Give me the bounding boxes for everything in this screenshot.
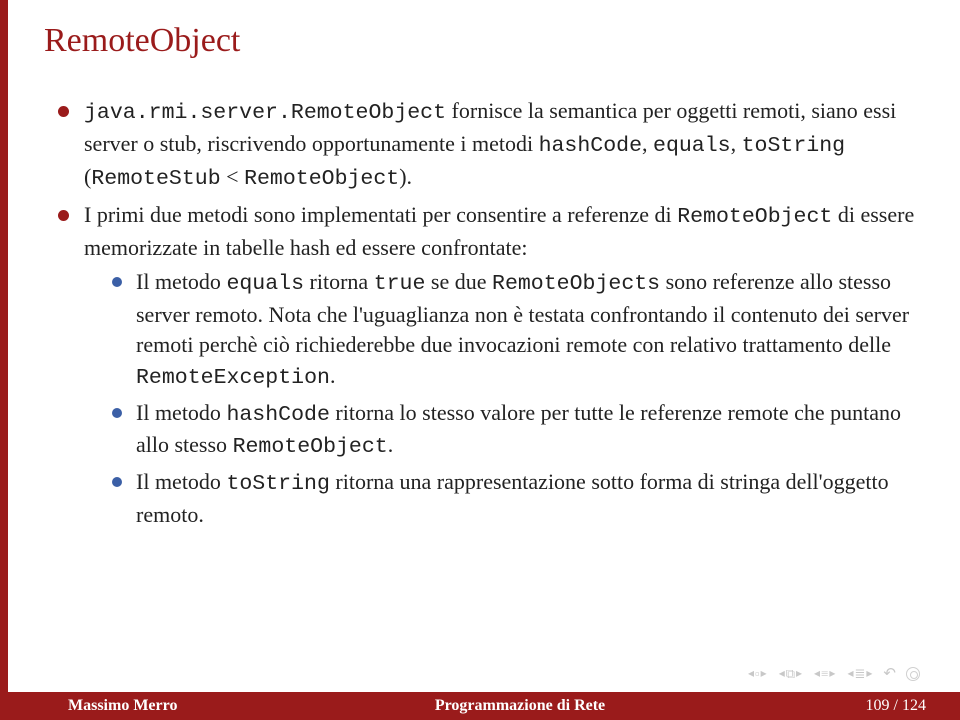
code-segment: RemoteObject bbox=[244, 167, 399, 191]
text-segment: ritorna bbox=[304, 269, 374, 294]
overlap-icon: ⧉ bbox=[786, 666, 795, 682]
nav-controls: ◂▫▸ ◂⧉▸ ◂≡▸ ◂≣▸ ↶ bbox=[747, 664, 920, 683]
text-segment: se due bbox=[425, 269, 492, 294]
nav-section-group[interactable]: ◂⧉▸ bbox=[778, 666, 803, 682]
text-segment: , bbox=[731, 131, 742, 156]
footer-page-number: 109 / 124 bbox=[740, 697, 960, 715]
footer-author: Massimo Merro bbox=[0, 697, 300, 715]
text-segment: Il metodo bbox=[136, 269, 226, 294]
code-segment: equals bbox=[653, 134, 731, 158]
text-segment: , bbox=[642, 131, 653, 156]
nav-back-icon[interactable]: ↶ bbox=[883, 664, 896, 683]
bullet-item-2: I primi due metodi sono implementati per… bbox=[58, 200, 916, 530]
text-segment: ). bbox=[399, 164, 412, 189]
nav-subsection-group[interactable]: ◂≡▸ bbox=[813, 666, 836, 682]
code-segment: java.rmi.server.RemoteObject bbox=[84, 101, 446, 125]
sub-bullet-item-2: Il metodo hashCode ritorna lo stesso val… bbox=[112, 398, 916, 464]
code-segment: equals bbox=[226, 272, 304, 296]
footer-title: Programmazione di Rete bbox=[300, 697, 740, 715]
code-segment: RemoteException bbox=[136, 366, 330, 390]
triangle-right-icon: ▸ bbox=[795, 666, 803, 681]
triangle-right-icon: ▸ bbox=[760, 666, 768, 681]
text-segment: Il metodo bbox=[136, 400, 226, 425]
footer-bar: Massimo Merro Programmazione di Rete 109… bbox=[0, 692, 960, 720]
nav-frame-group[interactable]: ◂≣▸ bbox=[846, 666, 873, 682]
sub-bullet-list: Il metodo equals ritorna true se due Rem… bbox=[84, 267, 916, 530]
accent-sidebar bbox=[0, 0, 8, 720]
text-segment: . bbox=[388, 432, 394, 457]
text-segment: < bbox=[221, 164, 244, 189]
nav-first-group[interactable]: ◂▫▸ bbox=[747, 666, 768, 682]
slide-title: RemoteObject bbox=[44, 22, 916, 60]
code-segment: hashCode bbox=[539, 134, 642, 158]
code-segment: true bbox=[374, 272, 426, 296]
bullet-list: java.rmi.server.RemoteObject fornisce la… bbox=[44, 96, 916, 530]
triangle-left-icon: ◂ bbox=[747, 666, 755, 681]
lines-icon: ≣ bbox=[854, 666, 865, 682]
sub-bullet-item-3: Il metodo toString ritorna una rappresen… bbox=[112, 467, 916, 530]
slide-content: RemoteObject java.rmi.server.RemoteObjec… bbox=[0, 0, 960, 664]
text-segment: I primi due metodi sono implementati per… bbox=[84, 202, 677, 227]
code-segment: RemoteObject bbox=[233, 435, 388, 459]
bullet-item-1: java.rmi.server.RemoteObject fornisce la… bbox=[58, 96, 916, 194]
text-segment: Il metodo bbox=[136, 469, 226, 494]
triangle-left-icon: ◂ bbox=[846, 666, 854, 681]
code-segment: RemoteObject bbox=[677, 205, 832, 229]
sub-bullet-item-1: Il metodo equals ritorna true se due Rem… bbox=[112, 267, 916, 393]
text-segment: . bbox=[330, 363, 336, 388]
lines-icon: ≡ bbox=[821, 666, 828, 682]
triangle-right-icon: ▸ bbox=[865, 666, 873, 681]
code-segment: RemoteObjects bbox=[492, 272, 660, 296]
triangle-left-icon: ◂ bbox=[813, 666, 821, 681]
code-segment: hashCode bbox=[226, 403, 329, 427]
slide-footer: ◂▫▸ ◂⧉▸ ◂≡▸ ◂≣▸ ↶ Massimo Merro Programm… bbox=[0, 664, 960, 720]
code-segment: toString bbox=[742, 134, 845, 158]
triangle-left-icon: ◂ bbox=[778, 666, 786, 681]
triangle-right-icon: ▸ bbox=[828, 666, 836, 681]
code-segment: RemoteStub bbox=[91, 167, 220, 191]
code-segment: toString bbox=[226, 472, 329, 496]
nav-search-icon[interactable] bbox=[906, 667, 920, 681]
